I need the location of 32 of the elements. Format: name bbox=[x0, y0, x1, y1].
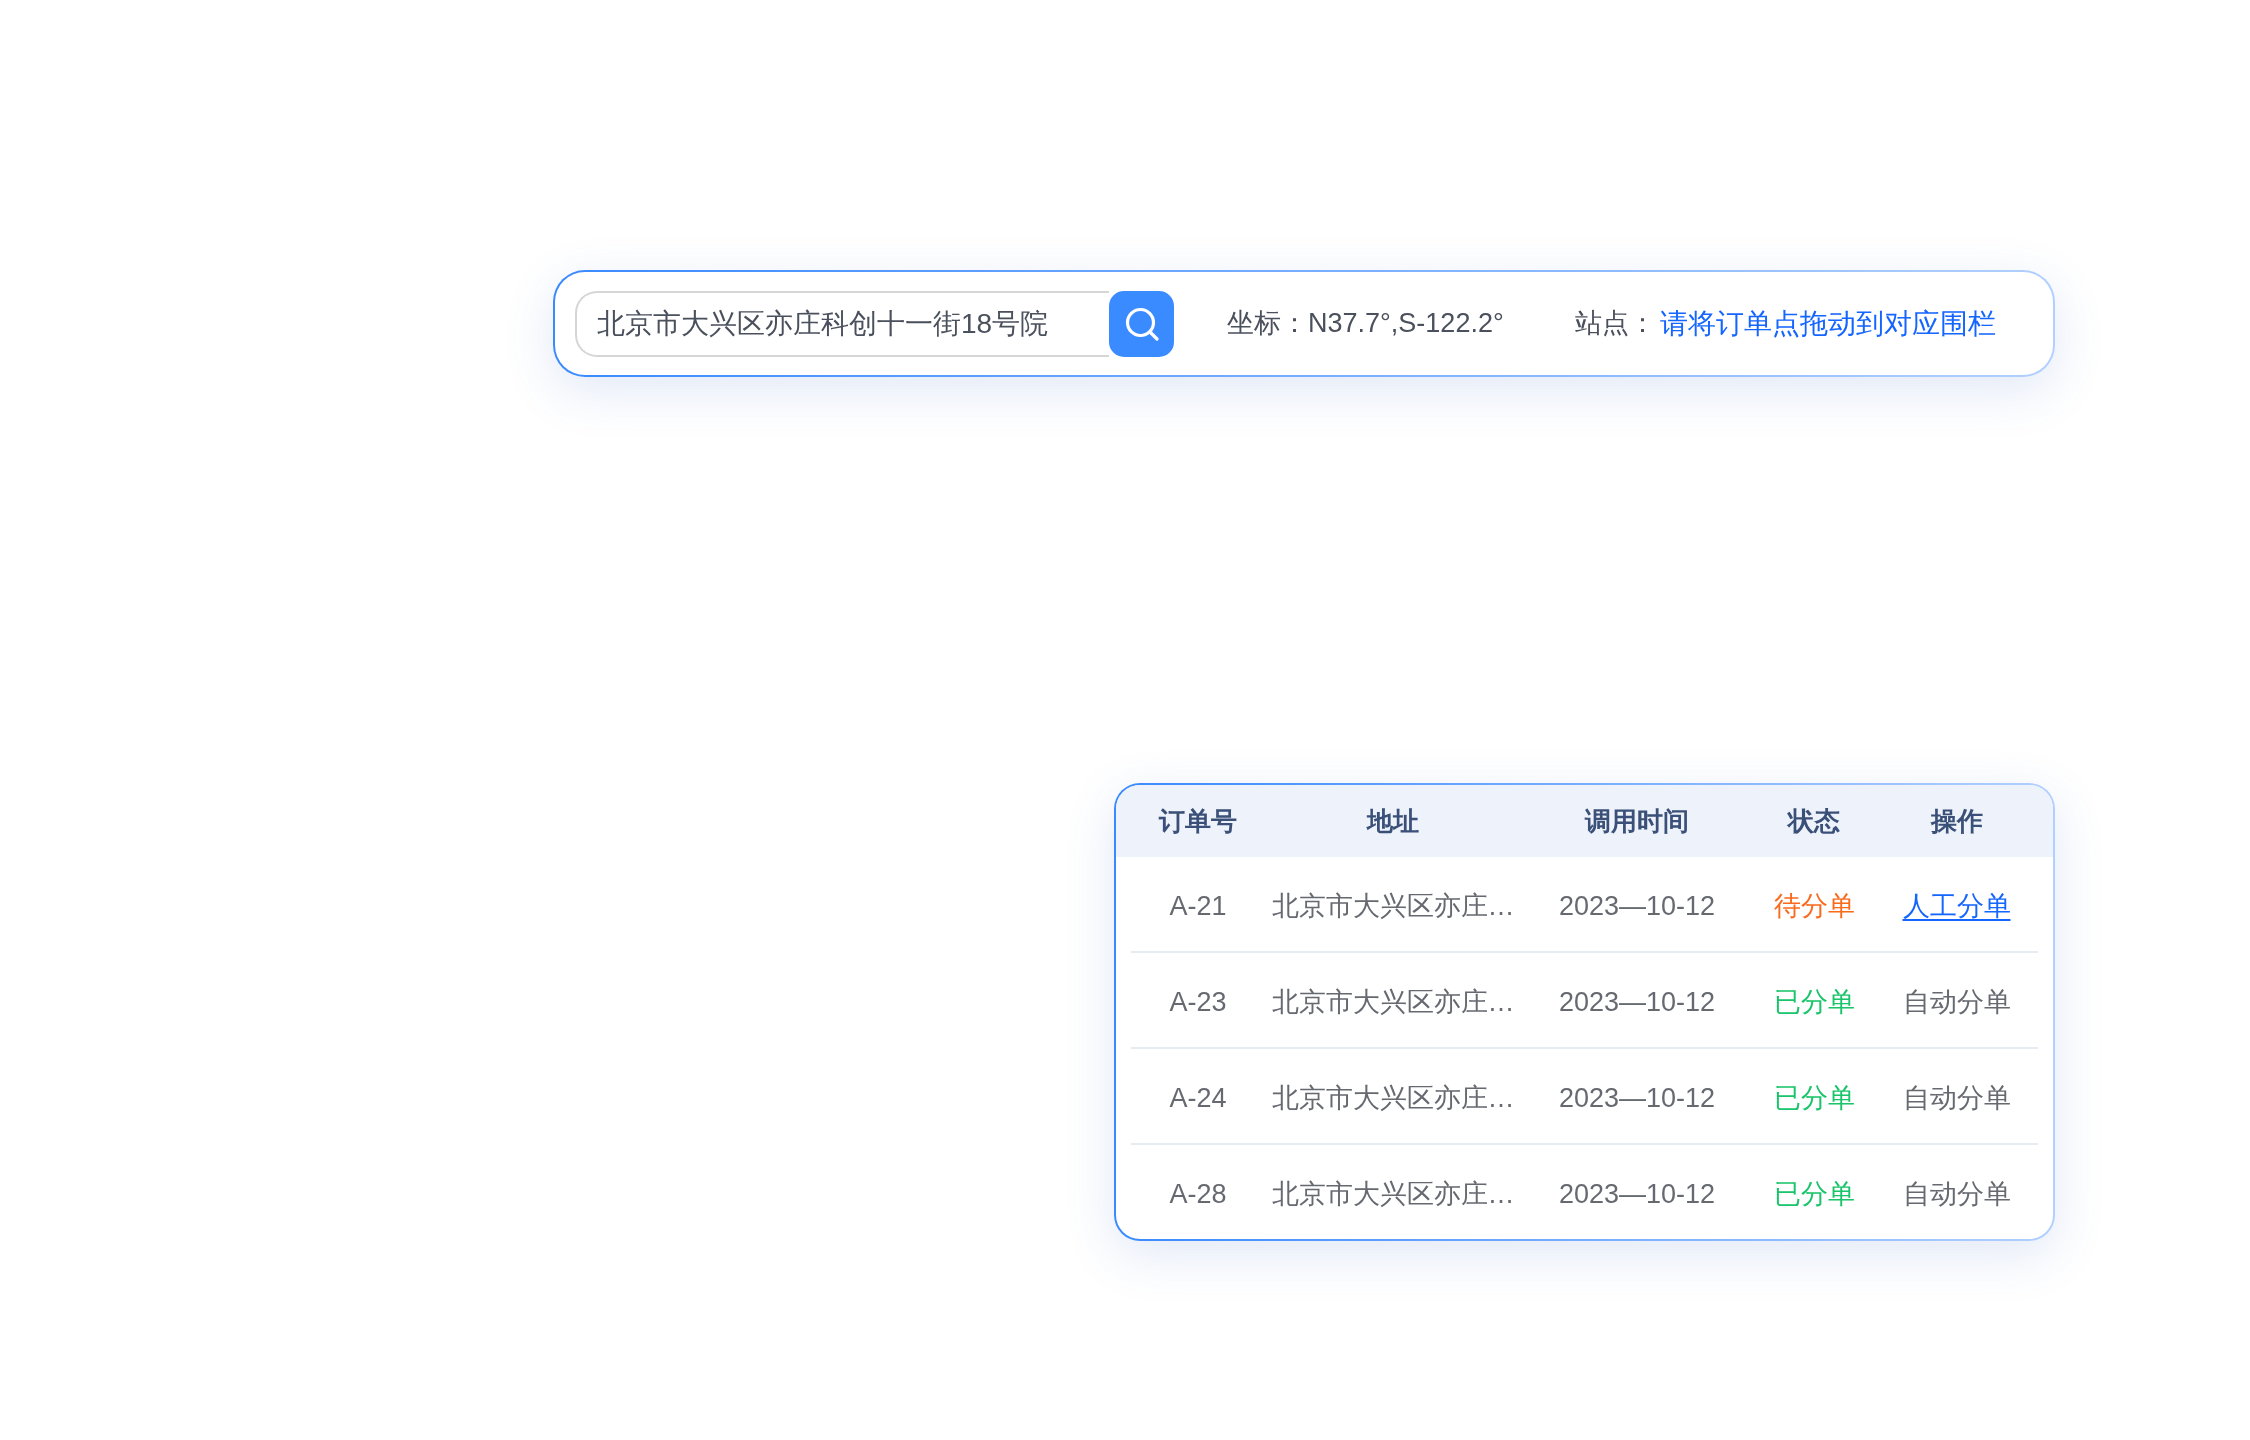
status-text: 已分单 bbox=[1773, 1082, 1855, 1116]
address-text: 北京市大兴区亦庄… bbox=[1271, 1082, 1515, 1116]
status-text: 已分单 bbox=[1773, 986, 1855, 1020]
status-text: 已分单 bbox=[1773, 1178, 1855, 1212]
column-header: 状态 bbox=[1788, 804, 1840, 838]
action-text: 自动分单 bbox=[1902, 1178, 2011, 1212]
search-icon bbox=[1124, 306, 1159, 341]
date-text: 2023—10-12 bbox=[1558, 1178, 1716, 1212]
address-text: 北京市大兴区亦庄… bbox=[1271, 890, 1515, 924]
order-number: A-24 bbox=[1169, 1082, 1227, 1116]
station-hint: 请将订单点拖动到对应围栏 bbox=[1659, 306, 1996, 341]
column-header: 调用时间 bbox=[1585, 804, 1689, 838]
date-text: 2023—10-12 bbox=[1558, 890, 1716, 924]
action-text: 自动分单 bbox=[1902, 1082, 2011, 1116]
column-header: 订单号 bbox=[1159, 804, 1237, 838]
station-label: 站点： bbox=[1574, 307, 1656, 341]
order-number: A-28 bbox=[1169, 1178, 1227, 1212]
search-field[interactable]: 北京市大兴区亦庄科创十一街18号院 bbox=[575, 290, 1109, 357]
address-text: 北京市大兴区亦庄… bbox=[1271, 986, 1515, 1020]
status-text: 待分单 bbox=[1773, 890, 1855, 924]
order-number: A-21 bbox=[1169, 890, 1227, 924]
column-header: 地址 bbox=[1367, 804, 1419, 838]
assign-link[interactable]: 人工分单 bbox=[1902, 886, 2011, 927]
coordinates-label: 坐标： bbox=[1227, 307, 1308, 341]
coordinates-value: N37.7°,S-122.2° bbox=[1308, 307, 1504, 341]
date-text: 2023—10-12 bbox=[1558, 1082, 1716, 1116]
order-number: A-23 bbox=[1169, 986, 1227, 1020]
search-button[interactable] bbox=[1109, 290, 1174, 357]
address-text: 北京市大兴区亦庄… bbox=[1271, 1178, 1515, 1212]
date-text: 2023—10-12 bbox=[1558, 986, 1716, 1020]
column-header: 操作 bbox=[1930, 804, 1983, 838]
action-text: 自动分单 bbox=[1902, 986, 2011, 1020]
